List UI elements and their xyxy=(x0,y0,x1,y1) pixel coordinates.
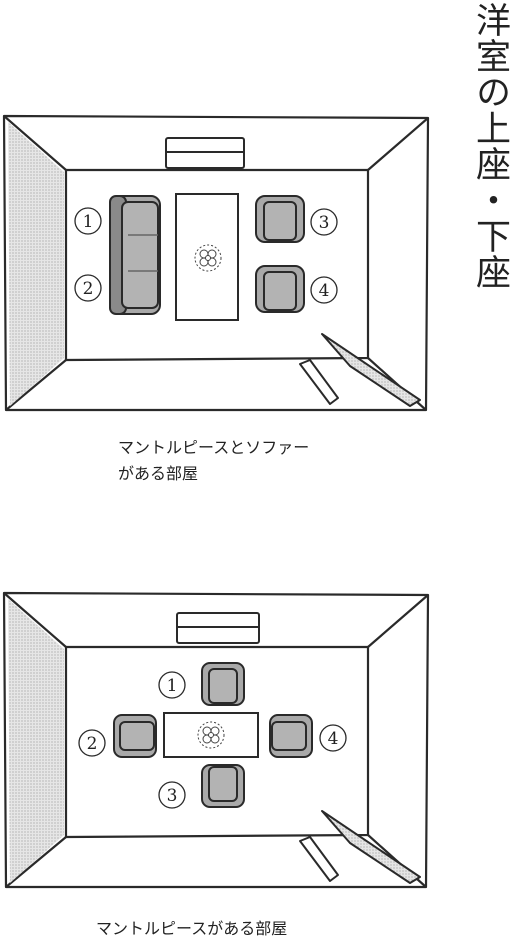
table-icon xyxy=(175,193,239,321)
seat-number-1: 1 xyxy=(74,207,102,235)
mantelpiece-icon xyxy=(165,137,245,169)
flower-vase-icon xyxy=(194,244,222,272)
armchair-1 xyxy=(201,662,245,706)
svg-text:1: 1 xyxy=(83,212,94,232)
svg-text:1: 1 xyxy=(167,676,178,696)
svg-text:3: 3 xyxy=(167,786,178,806)
page-title: 洋室の上座・下座 xyxy=(470,2,510,290)
svg-text:4: 4 xyxy=(328,729,339,749)
svg-text:2: 2 xyxy=(83,279,94,299)
seat-number-4: 4 xyxy=(310,276,338,304)
armchair-4 xyxy=(269,714,313,758)
armchair-2 xyxy=(113,714,157,758)
door-icon xyxy=(299,810,421,884)
armchair-3 xyxy=(201,764,245,808)
armchair-4 xyxy=(255,265,305,313)
flower-vase-icon xyxy=(197,721,225,749)
armchair-3 xyxy=(255,195,305,243)
room-diagram-sofa: 1 2 3 4 xyxy=(0,108,430,418)
door-icon xyxy=(299,333,421,407)
seat-number-3: 3 xyxy=(310,208,338,236)
svg-text:3: 3 xyxy=(319,213,330,233)
seat-number-2: 2 xyxy=(74,274,102,302)
wall-shading xyxy=(8,599,64,883)
room1-caption-line2: がある部屋 xyxy=(118,464,199,483)
seat-number-4: 4 xyxy=(319,724,347,752)
table-icon xyxy=(163,712,259,758)
seat-number-2: 2 xyxy=(78,729,106,757)
room2-caption: マントルピースがある部屋 xyxy=(96,919,288,938)
svg-text:2: 2 xyxy=(87,734,98,754)
sofa-icon xyxy=(109,195,161,315)
svg-text:4: 4 xyxy=(319,281,330,301)
mantelpiece-icon xyxy=(176,612,260,644)
seat-number-3: 3 xyxy=(158,781,186,809)
wall-shading xyxy=(8,122,64,406)
room1-caption-line1: マントルピースとソファー xyxy=(118,438,310,457)
seat-number-1: 1 xyxy=(158,671,186,699)
room-diagram-mantelpiece: 1 2 3 4 xyxy=(0,585,430,895)
